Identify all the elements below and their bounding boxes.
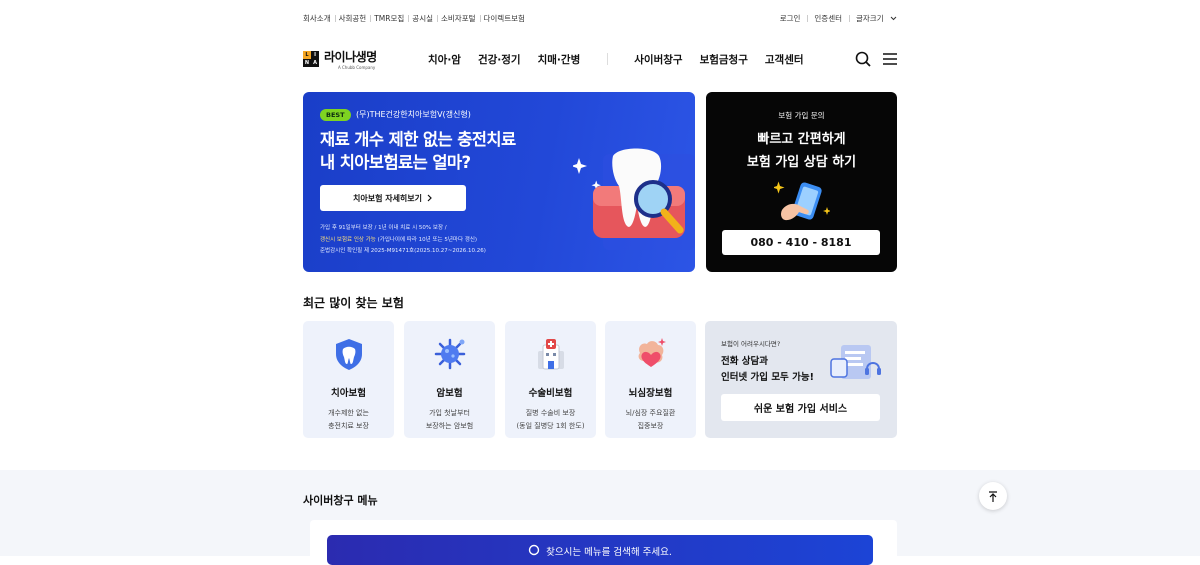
utility-links: 회사소개 사회공헌 TMR모집 공시실 소비자포털 다이렉트보험	[303, 13, 529, 24]
nav-customer[interactable]: 고객센터	[765, 52, 804, 67]
consult-banner[interactable]: 보험 가입 문의 빠르고 간편하게 보험 가입 상담 하기 080 - 410 …	[706, 92, 897, 272]
menu-icon[interactable]	[883, 53, 897, 65]
hero-banner[interactable]: BEST (무)THE건강한치아보험V(갱신형) 재료 개수 제한 없는 충전치…	[303, 92, 695, 272]
help-question: 보험이 어려우시다면?	[721, 340, 781, 348]
card-name: 뇌심장보험	[628, 388, 673, 399]
brain-heart-icon	[638, 338, 666, 367]
card-brain-heart[interactable]: 뇌심장보험 뇌/심장 주요질환 집중보장	[605, 321, 696, 438]
logo-text: 라이나생명 A Chubb Company	[324, 48, 377, 70]
best-badge: BEST	[320, 109, 351, 121]
logo-mark-icon: LINA	[303, 51, 319, 67]
search-icon	[528, 544, 540, 556]
global-nav: 치아·암 건강·정기 치매·간병 사이버창구 보험금청구 고객센터	[428, 52, 821, 67]
dental-detail-button[interactable]: 치아보험 자세히보기	[320, 185, 466, 211]
nav-divider	[607, 53, 609, 65]
easy-join-button[interactable]: 쉬운 보험 가입 서비스	[721, 394, 880, 421]
utility-right: 로그인 인증센터 글자크기	[773, 13, 897, 24]
logo[interactable]: LINA 라이나생명 A Chubb Company	[303, 48, 428, 70]
card-desc: 뇌/심장 주요질환 집중보장	[625, 409, 676, 430]
link-tmr[interactable]: TMR모집	[370, 13, 408, 24]
utility-bar: 회사소개 사회공헌 TMR모집 공시실 소비자포털 다이렉트보험 로그인 인증센…	[303, 10, 897, 26]
nav-cyber[interactable]: 사이버창구	[634, 52, 682, 67]
link-company[interactable]: 회사소개	[303, 13, 335, 24]
document-headset-icon	[830, 345, 881, 379]
arrow-up-icon	[989, 490, 997, 502]
link-consumer[interactable]: 소비자포털	[437, 13, 480, 24]
product-name: (무)THE건강한치아보험V(갱신형)	[356, 110, 471, 119]
card-desc: 개수제한 없는 충전치료 보장	[328, 409, 369, 430]
consult-title: 빠르고 간편하게 보험 가입 상담 하기	[746, 132, 857, 170]
card-name: 암보험	[436, 388, 463, 399]
dental-detail-label: 치아보험 자세히보기	[352, 193, 423, 203]
popular-section-title: 최근 많이 찾는 보험	[303, 296, 404, 310]
nav-dementia-care[interactable]: 치매·간병	[538, 52, 581, 67]
hospital-icon	[537, 339, 564, 370]
consult-label: 보험 가입 문의	[778, 111, 825, 120]
card-name: 치아보험	[331, 388, 366, 399]
nav-claim[interactable]: 보험금청구	[700, 52, 748, 67]
hero-headline: 재료 개수 제한 없는 충전치료 내 치아보험료는 얼마?	[320, 130, 516, 172]
link-social[interactable]: 사회공헌	[334, 13, 371, 24]
consult-phone-button[interactable]: 080 - 410 - 8181	[722, 230, 880, 255]
header-icons	[855, 51, 897, 67]
cyber-section-title: 사이버창구 메뉴	[303, 494, 378, 507]
link-disclosure[interactable]: 공시실	[408, 13, 437, 24]
cert-link[interactable]: 인증센터	[807, 13, 849, 24]
search-icon[interactable]	[855, 51, 871, 67]
login-link[interactable]: 로그인	[773, 13, 808, 24]
card-desc: 가입 첫날부터 보장하는 암보험	[425, 409, 474, 430]
logo-sub: A Chubb Company	[338, 65, 376, 70]
chevron-right-icon	[427, 194, 432, 202]
font-size-toggle[interactable]: 글자크기	[849, 13, 897, 24]
virus-icon	[434, 338, 465, 370]
tooth-magnifier-illustration	[573, 148, 695, 250]
hero-disclaimer: 가입 후 91일부터 보장 / 1년 이내 치료 시 50% 보장 / 갱신시 …	[320, 225, 486, 254]
card-surgery[interactable]: 수술비보험 질병 수술비 보장 (동일 질병당 1회 한도)	[505, 321, 596, 438]
help-answer: 전화 상담과 인터넷 가입 모두 가능!	[721, 356, 814, 383]
card-cancer[interactable]: 암보험 가입 첫날부터 보장하는 암보험	[404, 321, 495, 438]
tooth-shield-icon	[335, 339, 362, 370]
easy-join-card: 보험이 어려우시다면? 전화 상담과 인터넷 가입 모두 가능! 쉬운 보험 가입…	[705, 321, 897, 438]
card-desc: 질병 수술비 보장 (동일 질병당 1회 한도)	[516, 409, 585, 430]
menu-search-bar[interactable]: 찾으시는 메뉴를 검색해 주세요.	[327, 535, 873, 565]
main-header: LINA 라이나생명 A Chubb Company 치아·암 건강·정기 치매…	[303, 45, 897, 73]
card-name: 수술비보험	[528, 388, 573, 399]
phone-hand-illustration	[774, 181, 830, 221]
logo-name: 라이나생명	[324, 50, 377, 64]
chevron-down-icon	[890, 16, 897, 20]
nav-health-term[interactable]: 건강·정기	[478, 52, 521, 67]
scroll-top-button[interactable]	[979, 482, 1007, 510]
nav-dental-cancer[interactable]: 치아·암	[428, 52, 461, 67]
card-dental[interactable]: 치아보험 개수제한 없는 충전치료 보장	[303, 321, 394, 438]
link-direct[interactable]: 다이렉트보험	[479, 13, 529, 24]
font-size-label: 글자크기	[856, 13, 884, 23]
